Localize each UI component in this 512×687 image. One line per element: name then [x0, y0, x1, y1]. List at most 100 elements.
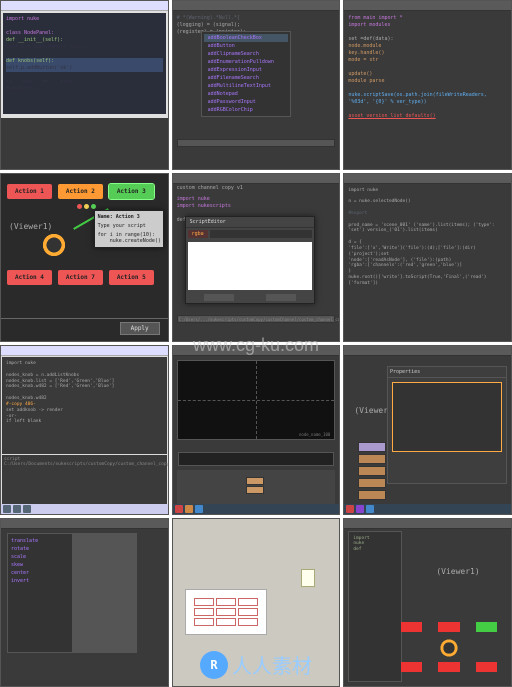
- titlebar: [173, 346, 340, 356]
- autocomplete-item[interactable]: addNotepad: [204, 90, 288, 98]
- cell[interactable]: [238, 608, 258, 616]
- action-button-3[interactable]: Action 3: [109, 184, 154, 199]
- autocomplete-item[interactable]: addRGBColorChip: [204, 106, 288, 114]
- document-icon[interactable]: [301, 569, 315, 587]
- dialog-button[interactable]: [204, 294, 234, 301]
- timeline[interactable]: [178, 452, 335, 466]
- action-button-2[interactable]: Action 2: [58, 184, 103, 199]
- node-stack[interactable]: [358, 442, 386, 500]
- tab-label[interactable]: custom channel copy v1: [173, 184, 340, 192]
- taskbar[interactable]: [1, 504, 168, 514]
- cell[interactable]: [194, 618, 214, 626]
- action-node[interactable]: [401, 622, 422, 632]
- prop-row[interactable]: translate: [11, 537, 69, 545]
- task-icon[interactable]: [3, 505, 11, 513]
- action-button-7[interactable]: Action 7: [58, 270, 103, 285]
- autocomplete-item[interactable]: addEnumerationPulldown: [204, 58, 288, 66]
- autocomplete-item[interactable]: addFilenameSearch: [204, 74, 288, 82]
- cell[interactable]: [238, 618, 258, 626]
- node[interactable]: [358, 454, 386, 464]
- node[interactable]: [358, 466, 386, 476]
- thumbnail-7-code[interactable]: import nuke nodes_knob = n.addListKnobs …: [0, 345, 169, 515]
- node-stack[interactable]: [246, 476, 286, 500]
- viewer-label: (Viewer1): [9, 222, 52, 231]
- task-icon[interactable]: [356, 505, 364, 513]
- prop-row[interactable]: skew: [11, 561, 69, 569]
- autocomplete-item[interactable]: addButton: [204, 42, 288, 50]
- spreadsheet-window[interactable]: [185, 589, 267, 635]
- viewer-pane[interactable]: node_name_100: [177, 360, 336, 440]
- apply-button[interactable]: Apply: [120, 322, 160, 335]
- autocomplete-item[interactable]: addMultilineTextInput: [204, 82, 288, 90]
- script-note-dialog[interactable]: Name: Action 3 Type your script for i in…: [94, 210, 164, 248]
- thumbnail-6-code[interactable]: import nuke n = nuke.selectedNode() #exp…: [343, 173, 512, 343]
- thumbnail-10-props[interactable]: translate rotate scale skew center inver…: [0, 518, 169, 687]
- property-list[interactable]: translate rotate scale skew center inver…: [8, 534, 72, 652]
- action-node[interactable]: [438, 622, 459, 632]
- spreadsheet-grid[interactable]: [192, 596, 260, 628]
- prop-row[interactable]: center: [11, 569, 69, 577]
- script-sidebar[interactable]: import nuke def: [348, 531, 402, 683]
- node[interactable]: [358, 478, 386, 488]
- channel-dialog[interactable]: ScriptEditor rgba: [185, 216, 315, 304]
- node[interactable]: [246, 477, 264, 485]
- cell[interactable]: [194, 598, 214, 606]
- cell[interactable]: [216, 598, 236, 606]
- code-line: # *(Warning).*Null.*{: [177, 15, 336, 22]
- task-icon[interactable]: [185, 505, 193, 513]
- thumbnail-4-action-buttons[interactable]: Action 1 Action 2 Action 3 (Viewer1) Act…: [0, 173, 169, 343]
- action-node[interactable]: [476, 622, 497, 632]
- autocomplete-item[interactable]: addExpressionInput: [204, 66, 288, 74]
- code-line: [348, 64, 507, 71]
- thumbnail-5-dialog[interactable]: custom channel copy v1 import nuke impor…: [172, 173, 341, 343]
- prop-row[interactable]: rotate: [11, 545, 69, 553]
- node[interactable]: [358, 442, 386, 452]
- thumbnail-8-nuke-viewer[interactable]: node_name_100: [172, 345, 341, 515]
- autocomplete-item[interactable]: addBooleanCheckBox: [204, 34, 288, 42]
- properties-panel[interactable]: Properties: [387, 366, 507, 484]
- cell[interactable]: [238, 598, 258, 606]
- task-icon[interactable]: [366, 505, 374, 513]
- prop-row[interactable]: invert: [11, 577, 69, 585]
- action-button-5[interactable]: Action 5: [109, 270, 154, 285]
- node[interactable]: [358, 490, 386, 500]
- autocomplete-item[interactable]: addPasswordInput: [204, 98, 288, 106]
- dialog-button[interactable]: [266, 294, 296, 301]
- task-icon[interactable]: [13, 505, 21, 513]
- cell[interactable]: [194, 608, 214, 616]
- taskbar[interactable]: [173, 504, 340, 514]
- action-node[interactable]: [476, 662, 497, 672]
- task-icon[interactable]: [175, 505, 183, 513]
- thumbnail-1-code-editor[interactable]: import nuke class NodePanel: def __init_…: [0, 0, 169, 170]
- task-icon[interactable]: [23, 505, 31, 513]
- cell[interactable]: [216, 608, 236, 616]
- action-button-4[interactable]: Action 4: [7, 270, 52, 285]
- path-input[interactable]: C:/Users/.../nukescripts/customCopy/cust…: [177, 315, 336, 323]
- autocomplete-item[interactable]: addClipnameSearch: [204, 50, 288, 58]
- dialog-body[interactable]: [188, 242, 312, 290]
- code-line: nuke.scriptSave(os.path.join(fileWriteRe…: [348, 92, 507, 106]
- property-window[interactable]: translate rotate scale skew center inver…: [7, 533, 137, 653]
- code-line: def __init__(self):: [6, 37, 163, 44]
- input-path[interactable]: [177, 139, 336, 147]
- cell[interactable]: [216, 618, 236, 626]
- dialog-field[interactable]: [210, 230, 312, 238]
- thumbnail-2-autocomplete[interactable]: # *(Warning).*Null.*{ (logging) = (signa…: [172, 0, 341, 170]
- nodegraph-pane[interactable]: [177, 470, 336, 504]
- action-node[interactable]: [401, 662, 422, 672]
- thumbnail-12-actions[interactable]: import nuke def (Viewer1): [343, 518, 512, 687]
- thumbnail-9-viewer-props[interactable]: (Viewer1) Properties: [343, 345, 512, 515]
- task-icon[interactable]: [346, 505, 354, 513]
- prop-row[interactable]: scale: [11, 553, 69, 561]
- code-line: import nuke: [6, 16, 163, 23]
- node[interactable]: [246, 486, 264, 494]
- action-node[interactable]: [438, 662, 459, 672]
- action-button-1[interactable]: Action 1: [7, 184, 52, 199]
- properties-body[interactable]: [392, 382, 502, 452]
- task-icon[interactable]: [195, 505, 203, 513]
- code-line: set =def(data):: [348, 36, 507, 43]
- autocomplete-popup[interactable]: addBooleanCheckBox addButton addClipname…: [201, 31, 291, 117]
- thumbnail-3-code[interactable]: from main import * import modules set =d…: [343, 0, 512, 170]
- dialog-tab[interactable]: rgba: [188, 230, 208, 238]
- taskbar[interactable]: [344, 504, 511, 514]
